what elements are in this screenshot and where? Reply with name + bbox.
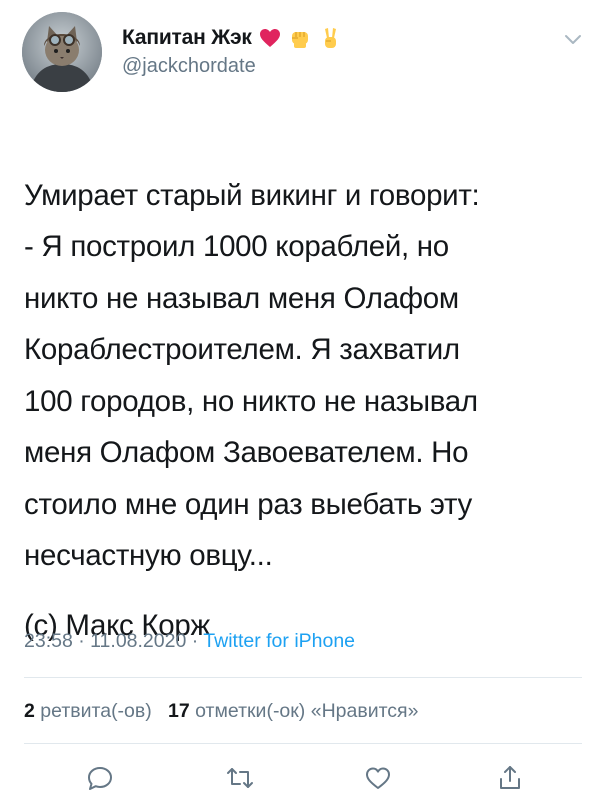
author-name-row: Капитан Жэк [122,22,342,54]
raised-fist-icon [288,26,312,50]
tweet-body: Умирает старый викинг и говорит: - Я пос… [24,178,480,573]
meta-separator: · [186,630,204,652]
retweet-icon[interactable] [220,758,260,798]
divider [24,677,582,678]
tweet-card: Капитан Жэк @jackchordate Умирает старый… [0,0,606,804]
tweet-meta: 23:58 · 11.08.2020 · Twitter for iPhone [24,630,355,653]
retweets-label: ретвита(-ов) [40,700,152,722]
divider [24,743,582,744]
victory-hand-icon [318,26,342,50]
tweet-text: Умирает старый викинг и говорит: - Я пос… [24,118,584,703]
red-heart-icon [258,26,282,50]
likes-stat[interactable]: 17 отметки(-ок) «Нравится» [168,700,418,722]
action-bar [0,758,606,798]
reply-icon[interactable] [80,758,120,798]
share-icon[interactable] [490,758,530,798]
likes-label: отметки(-ок) «Нравится» [195,700,419,722]
meta-separator: · [72,630,91,652]
like-icon[interactable] [358,758,398,798]
tweet-stats: 2 ретвита(-ов) 17 отметки(-ок) «Нравится… [24,700,418,723]
tweet-time[interactable]: 23:58 [24,630,73,652]
retweets-count: 2 [24,700,35,722]
retweets-stat[interactable]: 2 ретвита(-ов) [24,700,152,722]
likes-count: 17 [168,700,190,722]
tweet-date[interactable]: 11.08.2020 [90,630,186,652]
chevron-down-icon[interactable] [562,28,584,50]
tweet-source-link[interactable]: Twitter for iPhone [203,630,355,652]
avatar-image [22,12,102,92]
avatar[interactable] [22,12,102,92]
author-display-name[interactable]: Капитан Жэк [122,26,252,50]
author-handle[interactable]: @jackchordate [122,55,256,78]
